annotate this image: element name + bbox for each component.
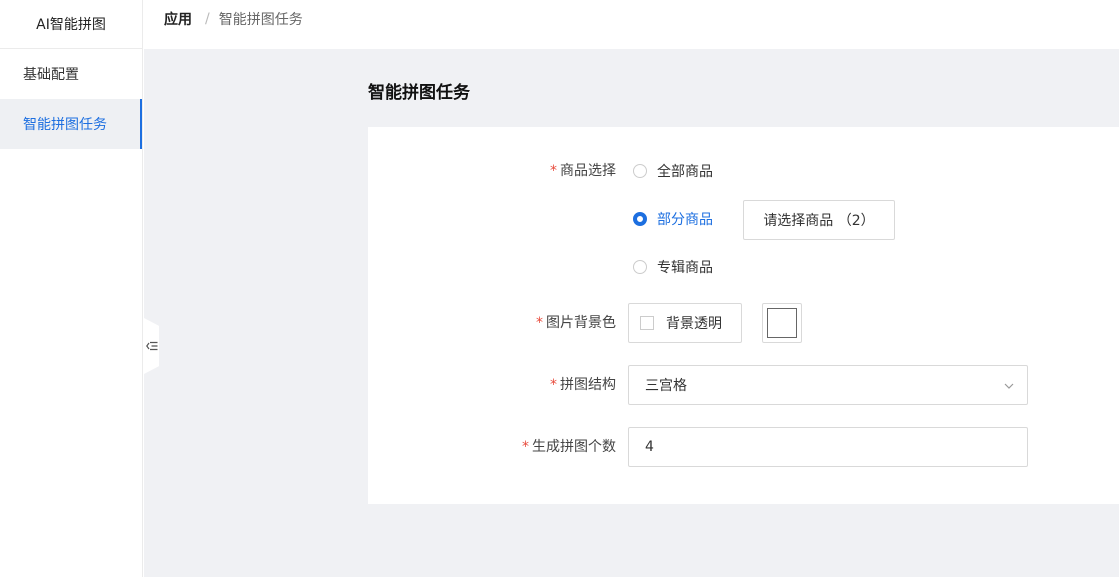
sidebar-item-label: 智能拼图任务 — [23, 117, 107, 133]
structure-label: * 拼图结构 — [496, 375, 616, 395]
chevron-down-icon — [1004, 383, 1014, 389]
count-label-text: 生成拼图个数 — [532, 439, 616, 455]
breadcrumb-current: 智能拼图任务 — [218, 11, 303, 28]
form-card: * 商品选择 全部商品 部分商品 请选择商品 （2） 专辑商品 * 图片背景色 背景… — [368, 127, 1119, 504]
product-selection-label-text: 商品选择 — [560, 163, 616, 179]
radio-circle — [633, 164, 647, 178]
breadcrumb-root-link[interactable]: 应用 — [164, 9, 192, 29]
collapse-sidebar-icon — [145, 341, 157, 351]
sidebar: AI智能拼图 基础配置 智能拼图任务 — [0, 0, 143, 577]
radio-album-products[interactable]: 专辑商品 — [633, 257, 713, 277]
checkbox-label: 背景透明 — [666, 316, 722, 332]
structure-label-text: 拼图结构 — [560, 377, 616, 393]
background-color-label-text: 图片背景色 — [546, 315, 616, 331]
color-swatch-preview — [767, 308, 797, 338]
structure-select-value: 三宫格 — [645, 378, 687, 394]
required-mark: * — [550, 377, 557, 393]
select-products-button[interactable]: 请选择商品 （2） — [743, 200, 895, 240]
transparent-background-checkbox[interactable]: 背景透明 — [628, 303, 742, 343]
required-mark: * — [536, 315, 543, 331]
app-root: AI智能拼图 基础配置 智能拼图任务 应用 / 智能拼图任务 智能拼图任务 * 商… — [0, 0, 1119, 577]
checkbox-box — [640, 316, 654, 330]
background-color-label: * 图片背景色 — [496, 313, 616, 333]
radio-partial-products[interactable]: 部分商品 — [633, 209, 713, 229]
radio-label: 专辑商品 — [657, 260, 713, 276]
breadcrumb: 应用 / 智能拼图任务 — [143, 0, 1119, 49]
sidebar-item-basic-config[interactable]: 基础配置 — [0, 49, 142, 99]
page-title: 智能拼图任务 — [368, 83, 470, 103]
radio-all-products[interactable]: 全部商品 — [633, 161, 713, 181]
product-selection-label: * 商品选择 — [496, 161, 616, 181]
collapse-sidebar-button[interactable] — [144, 318, 159, 374]
sidebar-item-label: 基础配置 — [23, 67, 79, 83]
radio-label: 部分商品 — [657, 212, 713, 228]
breadcrumb-separator: / — [205, 10, 210, 27]
radio-label: 全部商品 — [657, 164, 713, 180]
sidebar-item-puzzle-task[interactable]: 智能拼图任务 — [0, 99, 142, 149]
required-mark: * — [550, 163, 557, 179]
background-color-picker[interactable] — [762, 303, 802, 343]
app-title: AI智能拼图 — [0, 0, 142, 49]
count-label: * 生成拼图个数 — [496, 437, 616, 457]
count-input[interactable]: 4 — [628, 427, 1028, 467]
required-mark: * — [522, 439, 529, 455]
radio-circle — [633, 260, 647, 274]
count-input-value: 4 — [645, 439, 654, 455]
structure-select[interactable]: 三宫格 — [628, 365, 1028, 405]
radio-circle-checked — [633, 212, 647, 226]
